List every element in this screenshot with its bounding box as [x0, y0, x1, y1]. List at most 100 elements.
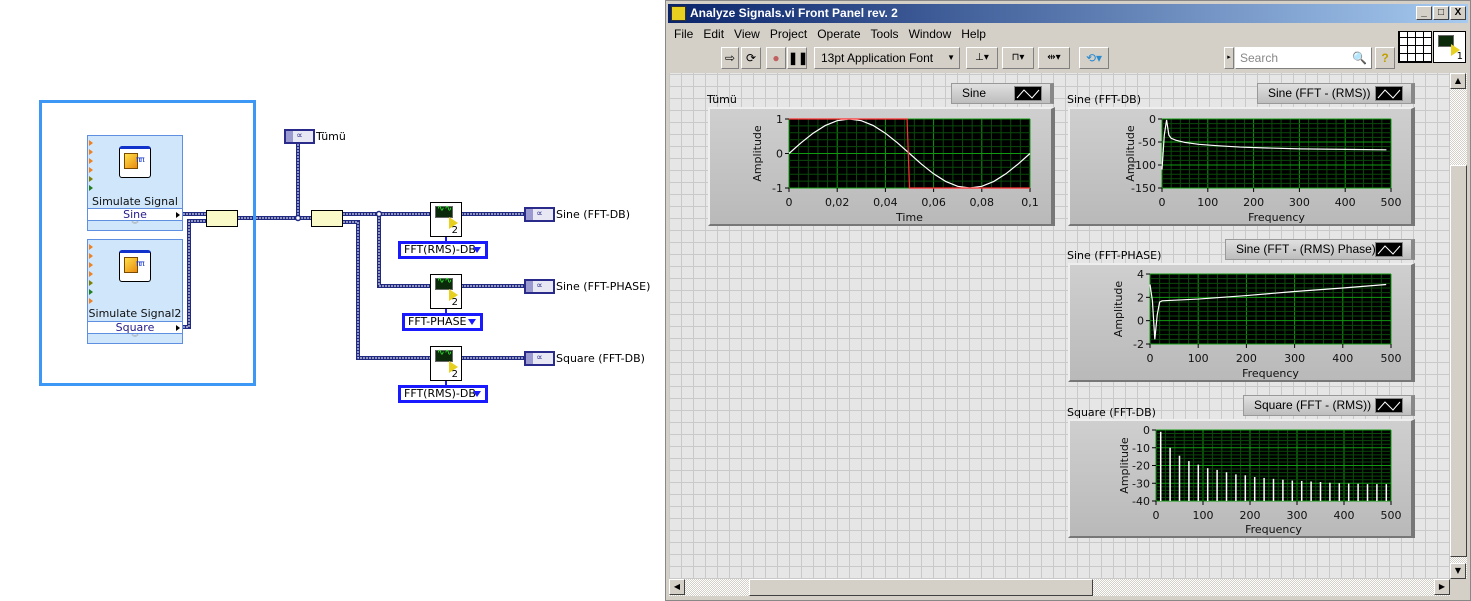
menu-project[interactable]: Project [770, 27, 807, 41]
help-icon: ? [1381, 51, 1389, 65]
font-dropdown[interactable]: 13pt Application Font ▼ [814, 47, 960, 69]
menu-help[interactable]: Help [961, 27, 986, 41]
window-title: Analyze Signals.vi Front Panel rev. 2 [690, 6, 898, 20]
y-axis-title: Amplitude [1124, 125, 1137, 182]
run-arrow-icon[interactable]: ⇨ [721, 47, 739, 69]
waveform-graph[interactable]: 0 100 200 300 400 500 0 -10 -20 -30 -40 Frequency Am… [1068, 419, 1415, 538]
scroll-down-icon[interactable]: ▼ [1450, 563, 1466, 579]
pause-icon[interactable]: ❚❚ [787, 47, 808, 69]
spectral-measurements-node[interactable]: 2 [430, 202, 462, 237]
maximize-button[interactable]: □ [1433, 6, 1449, 20]
merge-signals-node[interactable] [206, 210, 238, 227]
graph-svg: 0 100 200 300 400 5000-50-100-150FrequencyAmp… [1124, 113, 1402, 224]
align-objects-icon[interactable]: ⊥▾ [966, 47, 998, 69]
close-button[interactable]: X [1450, 6, 1466, 20]
expand-chevron-icon[interactable]: ︾ [88, 334, 182, 343]
x-tick-label: 0,06 [921, 196, 946, 209]
merge-signals-node[interactable] [311, 210, 343, 227]
expand-chevron-icon[interactable]: ︾ [88, 221, 182, 230]
x-tick-label: 400 [1334, 509, 1355, 522]
y-tick-label: -10 [1132, 442, 1150, 455]
x-tick-label: 100 [1193, 509, 1214, 522]
dropdown-arrow-icon [473, 247, 481, 253]
y-tick-label: -2 [1133, 338, 1144, 351]
scroll-right-icon[interactable]: ▶ [1434, 579, 1450, 595]
waveform-graph[interactable]: 0 100 200 300 400 500 0 -50 -100 -150 Frequency Amp… [1068, 107, 1415, 226]
x-tick-label: 0,02 [825, 196, 850, 209]
scroll-left-icon[interactable]: ◀ [669, 579, 685, 595]
connector-pane[interactable] [1398, 31, 1432, 63]
menu-window[interactable]: Window [909, 27, 952, 41]
front-panel-canvas[interactable]: Tümü Sine 0 0,02 0,04 0,06 0,08 0,1 1 0 -1 Time Ampl… [669, 73, 1450, 579]
legend-entry: Square (FFT - (RMS)) [1254, 398, 1372, 412]
plot-legend[interactable]: Sine (FFT - (RMS) Phase) [1225, 239, 1415, 260]
y-tick-label: 2 [1137, 291, 1144, 304]
spectral-measurements-node[interactable]: 2 [430, 346, 462, 381]
abort-icon[interactable]: ● [766, 47, 786, 69]
menu-tools[interactable]: Tools [871, 27, 899, 41]
signal-type-value[interactable]: Sine [88, 208, 182, 221]
spectral-measurements-node[interactable]: 2 [430, 274, 462, 309]
x-tick-label: 100 [1188, 352, 1209, 365]
plot-area[interactable] [1150, 274, 1391, 344]
horizontal-scroll-thumb[interactable] [749, 579, 1093, 596]
y-axis-title: Amplitude [1118, 437, 1131, 494]
x-tick-label: 0 [1153, 509, 1160, 522]
menu-view[interactable]: View [734, 27, 760, 41]
help-button[interactable]: ? [1375, 47, 1395, 69]
wire-junction [375, 210, 383, 218]
indicator-label: Sine (FFT-PHASE) [556, 280, 651, 293]
run-continuously-icon[interactable]: ⟳ [741, 47, 761, 69]
plot-legend[interactable]: Square (FFT - (RMS)) [1243, 395, 1415, 416]
x-tick-label: 100 [1197, 196, 1218, 209]
resize-objects-icon[interactable]: ⇹▾ [1038, 47, 1070, 69]
indicator-label: Sine (FFT-DB) [556, 208, 631, 221]
distribute-objects-icon[interactable]: ⊓▾ [1002, 47, 1034, 69]
plot-area[interactable] [1162, 119, 1391, 188]
simulate-signal-node[interactable]: ππ Simulate Signal Sine ︾ [87, 135, 183, 231]
waveform-graph[interactable]: 0 100 200 300 400 500 4 2 0 -2 Frequency Amplitude [1068, 263, 1415, 382]
node-count: 2 [451, 297, 458, 308]
x-tick-label: 200 [1236, 352, 1257, 365]
measurement-mode-enum[interactable]: FFT-PHASE [402, 313, 483, 331]
indicator-label: Square (FFT-DB) [556, 352, 645, 365]
vi-icon-number: 1 [1456, 51, 1463, 62]
signal-type-value[interactable]: Square [88, 321, 182, 334]
node-count: 2 [451, 369, 458, 380]
scroll-up-icon[interactable]: ▲ [1450, 73, 1466, 89]
x-tick-label: 0 [786, 196, 793, 209]
simulate-signal2-node[interactable]: ππ Simulate Signal2 Square ︾ [87, 239, 183, 344]
x-tick-label: 0,1 [1021, 196, 1039, 209]
plot-legend[interactable]: Sine [951, 83, 1054, 104]
waveform-indicator-terminal[interactable]: ∝ [524, 351, 555, 366]
dropdown-arrow-icon [468, 319, 476, 325]
waveform-indicator-terminal[interactable]: ∝ [524, 279, 555, 294]
search-expand-icon[interactable]: ▸ [1224, 47, 1234, 69]
x-tick-label: 400 [1332, 352, 1353, 365]
horizontal-scrollbar[interactable]: ◀ ▶ [669, 579, 1450, 596]
block-diagram: ππ Simulate Signal Sine ︾ ππ Simulate Si… [0, 0, 660, 601]
waveform-indicator-terminal[interactable]: ∝ [524, 207, 555, 222]
reorder-icon[interactable]: ⟲▾ [1079, 47, 1109, 69]
legend-entry: Sine (FFT - (RMS) Phase) [1236, 242, 1376, 256]
measurement-mode-enum[interactable]: FFT(RMS)-DB [398, 385, 488, 403]
x-axis-title: Frequency [1242, 367, 1299, 380]
menu-bar: File Edit View Project Operate Tools Window Hel… [674, 27, 996, 43]
legend-line-swatch-icon [1375, 398, 1403, 413]
vertical-scroll-thumb[interactable] [1450, 165, 1467, 557]
menu-file[interactable]: File [674, 27, 693, 41]
legend-line-swatch-icon [1014, 86, 1042, 101]
measurement-mode-enum[interactable]: FFT(RMS)-DB [398, 241, 488, 259]
vertical-scrollbar[interactable]: ▲ ▼ [1450, 73, 1467, 579]
menu-edit[interactable]: Edit [703, 27, 724, 41]
search-input[interactable]: Search 🔍 [1235, 47, 1372, 69]
plot-legend[interactable]: Sine (FFT - (RMS)) [1257, 83, 1415, 104]
y-tick-label: 0 [1137, 315, 1144, 328]
x-tick-label: 0,04 [873, 196, 898, 209]
vi-icon[interactable]: 1 [1433, 31, 1466, 63]
x-tick-label: 500 [1381, 509, 1402, 522]
minimize-button[interactable]: _ [1416, 6, 1432, 20]
menu-operate[interactable]: Operate [817, 27, 860, 41]
waveform-indicator-terminal[interactable]: ∝ [284, 129, 315, 144]
waveform-graph[interactable]: 0 0,02 0,04 0,06 0,08 0,1 1 0 -1 Time Amplitude [708, 107, 1055, 226]
